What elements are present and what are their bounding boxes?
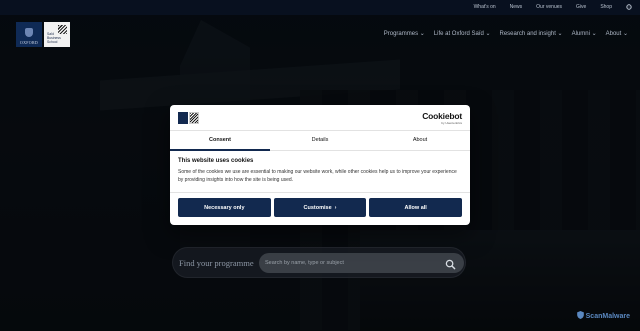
util-link-shop[interactable]: Shop xyxy=(600,4,612,12)
allow-all-label: Allow all xyxy=(404,204,427,211)
customise-label: Customise xyxy=(303,204,332,211)
watermark: ScanMalware xyxy=(576,311,630,321)
nav-life-at-oxford-said[interactable]: Life at Oxford Saïd ⌄ xyxy=(434,30,491,37)
cookie-dialog: Cookiebot by Usercentrics Consent Detail… xyxy=(170,105,470,225)
cookiebot-sub: by Usercentrics xyxy=(441,121,462,125)
shield-icon xyxy=(576,311,584,321)
allow-all-button[interactable]: Allow all xyxy=(369,198,463,217)
necessary-only-button[interactable]: Necessary only xyxy=(178,198,271,217)
school-logo-line: School xyxy=(47,40,58,44)
school-logo[interactable]: Saïd Business School xyxy=(44,22,70,47)
main-nav: Programmes ⌄ Life at Oxford Saïd ⌄ Resea… xyxy=(384,30,628,37)
customise-button[interactable]: Customise › xyxy=(273,198,367,217)
watermark-text: ScanMalware xyxy=(585,312,630,320)
necessary-only-label: Necessary only xyxy=(204,204,245,211)
page: What's on News Our venues Give Shop OXFO… xyxy=(0,0,640,331)
search-icon[interactable] xyxy=(445,257,456,270)
util-link-our-venues[interactable]: Our venues xyxy=(536,4,562,12)
search-input[interactable] xyxy=(259,253,464,273)
cookie-body: This website uses cookies Some of the co… xyxy=(170,151,470,193)
nav-alumni[interactable]: Alumni ⌄ xyxy=(572,30,597,37)
programme-search: Find your programme xyxy=(172,247,466,278)
nav-programmes[interactable]: Programmes ⌄ xyxy=(384,30,425,37)
tab-consent[interactable]: Consent xyxy=(170,131,270,151)
cookie-actions: Necessary only Customise › Allow all xyxy=(170,193,470,222)
cookiebot-brand[interactable]: Cookiebot by Usercentrics xyxy=(422,111,462,125)
util-link-whats-on[interactable]: What's on xyxy=(474,4,496,12)
oxford-logo[interactable]: OXFORD xyxy=(16,22,42,47)
cookie-title: This website uses cookies xyxy=(178,158,254,164)
school-logo-text: Saïd Business School xyxy=(47,32,61,44)
cookie-description: Some of the cookies we use are essential… xyxy=(178,169,457,183)
school-mini-logo xyxy=(189,112,199,124)
site-logos[interactable]: OXFORD Saïd Business School xyxy=(16,22,70,47)
cookie-tabs: Consent Details About xyxy=(170,131,470,151)
chevron-right-icon: › xyxy=(334,204,337,211)
search-label: Find your programme xyxy=(179,258,254,268)
site-mini-logo xyxy=(178,112,199,124)
tab-about[interactable]: About xyxy=(370,131,470,150)
cookiebot-name: Cookiebot xyxy=(422,111,462,121)
oxford-crest-icon xyxy=(25,28,33,37)
nav-research-and-insight[interactable]: Research and insight ⌄ xyxy=(500,30,563,37)
cookie-header: Cookiebot by Usercentrics xyxy=(170,105,470,131)
utility-nav: What's on News Our venues Give Shop xyxy=(474,4,632,12)
oxford-logo-text: OXFORD xyxy=(19,40,39,45)
util-link-news[interactable]: News xyxy=(510,4,523,12)
util-link-give[interactable]: Give xyxy=(576,4,586,12)
tab-details[interactable]: Details xyxy=(270,131,370,150)
utility-bar: What's on News Our venues Give Shop xyxy=(0,0,640,15)
globe-icon[interactable] xyxy=(626,4,632,12)
oxford-mini-logo xyxy=(178,112,188,124)
nav-about[interactable]: About ⌄ xyxy=(606,30,628,37)
